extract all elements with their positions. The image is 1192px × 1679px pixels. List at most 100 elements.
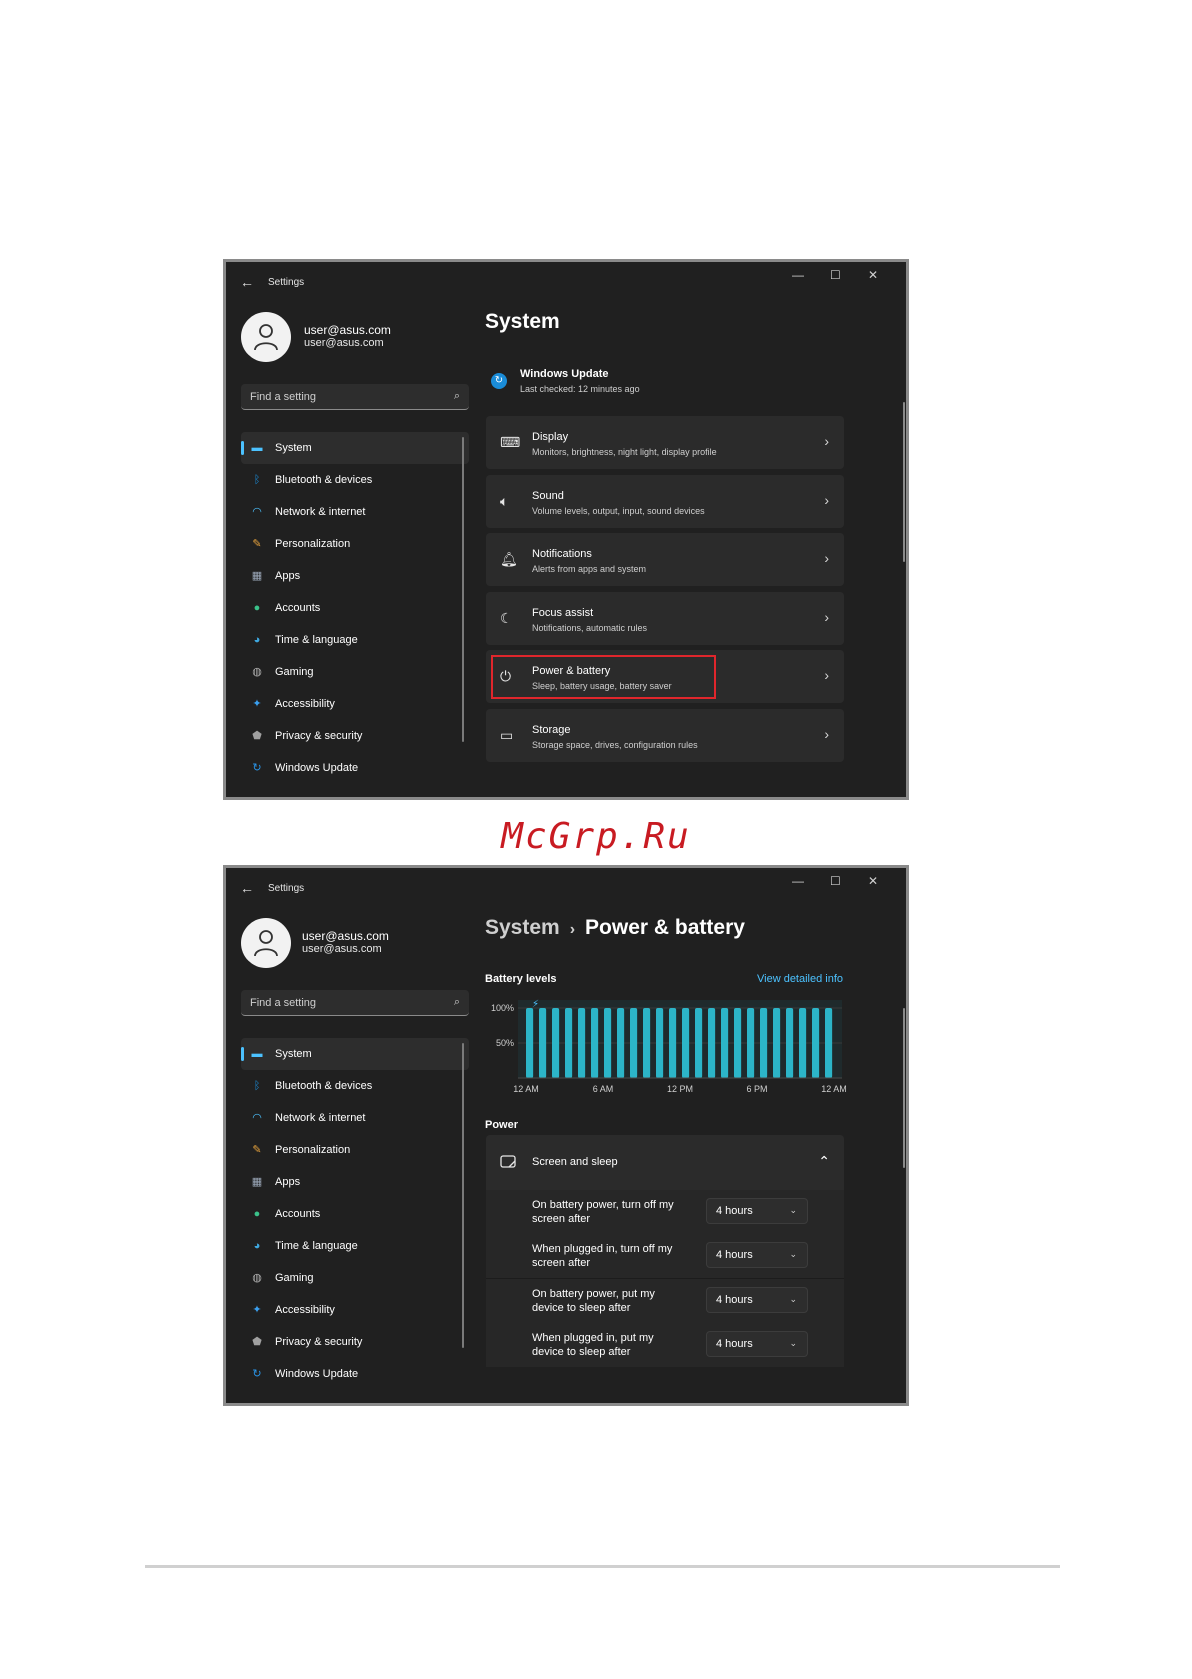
sidebar-item-accessibility[interactable]: ✦ Accessibility <box>241 1294 469 1326</box>
chart-bar <box>682 1008 690 1078</box>
sidebar-item-system[interactable]: ▬ System <box>241 1038 469 1070</box>
sidebar-item-bluetooth-devices[interactable]: ᛒ Bluetooth & devices <box>241 1070 469 1102</box>
monitor-icon: ▬ <box>251 442 263 454</box>
content-scrollbar[interactable] <box>903 1008 905 1168</box>
screen-and-sleep-expander[interactable]: Screen and sleep ⌃ <box>486 1135 844 1190</box>
search-icon[interactable]: ⌕ <box>454 390 460 403</box>
power-setting-row: When plugged in, put my device to sleep a… <box>486 1323 844 1367</box>
apps-icon: ▦ <box>251 570 263 582</box>
chart-x-tick-label: 12 AM <box>821 1084 847 1094</box>
sidebar-scrollbar[interactable] <box>462 1043 464 1348</box>
chevron-down-icon: ⌄ <box>789 1249 797 1259</box>
settings-card-display[interactable]: ⌨ Display Monitors, brightness, night ligh… <box>486 416 844 469</box>
setting-label-line1: On battery power, turn off my <box>532 1199 674 1211</box>
chart-bar <box>643 1008 651 1078</box>
page-title: System <box>485 310 560 333</box>
sidebar-item-personalization[interactable]: ✎ Personalization <box>241 528 469 560</box>
chart-bar <box>760 1008 768 1078</box>
maximize-icon[interactable]: ☐ <box>830 268 841 282</box>
chart-bar <box>773 1008 781 1078</box>
sidebar-item-apps[interactable]: ▦ Apps <box>241 560 469 592</box>
sidebar-item-windows-update[interactable]: ↻ Windows Update <box>241 1358 469 1390</box>
sidebar-item-system[interactable]: ▬ System <box>241 432 469 464</box>
chart-y-tick-label: 100% <box>491 1003 514 1013</box>
sidebar-item-label: System <box>275 442 312 454</box>
settings-card-sound[interactable]: 🔈︎ Sound Volume levels, output, input, sou… <box>486 474 844 528</box>
sidebar-scrollbar[interactable] <box>462 437 464 742</box>
setting-label-line2: device to sleep after <box>532 1302 631 1314</box>
card-title: Storage <box>532 723 571 736</box>
user-email: user@asus.com <box>304 337 384 349</box>
chart-bar <box>721 1008 729 1078</box>
minimize-icon[interactable]: — <box>792 874 804 888</box>
sidebar-item-time-language[interactable]: ◕ Time & language <box>241 624 469 656</box>
sidebar-item-bluetooth-devices[interactable]: ᛒ Bluetooth & devices <box>241 464 469 496</box>
search-input[interactable]: Find a setting <box>250 997 316 1009</box>
sidebar-item-label: Gaming <box>275 666 314 678</box>
card-title: Notifications <box>532 548 592 560</box>
sidebar-item-gaming[interactable]: ◍ Gaming <box>241 1262 469 1294</box>
setting-label: When plugged in, turn off my screen after <box>532 1242 692 1270</box>
back-arrow-icon[interactable]: ← <box>240 880 254 896</box>
sidebar-item-apps[interactable]: ▦ Apps <box>241 1166 469 1198</box>
sidebar-item-accounts[interactable]: ● Accounts <box>241 592 469 624</box>
time-dropdown[interactable]: 4 hours ⌄ <box>706 1331 808 1357</box>
sidebar-item-time-language[interactable]: ◕ Time & language <box>241 1230 469 1262</box>
search-input[interactable]: Find a setting <box>250 391 316 403</box>
search-box[interactable]: Find a setting ⌕ <box>241 990 469 1016</box>
content-scrollbar[interactable] <box>903 402 905 562</box>
sidebar-item-network-internet[interactable]: ◠ Network & internet <box>241 1102 469 1134</box>
windows-update-title[interactable]: Windows Update <box>520 368 609 380</box>
maximize-icon[interactable]: ☐ <box>830 874 841 888</box>
watermark: McGrp.Ru <box>501 816 691 857</box>
accessibility-icon: ✦ <box>252 698 262 710</box>
time-dropdown[interactable]: 4 hours ⌄ <box>706 1242 808 1268</box>
search-box[interactable]: Find a setting ⌕ <box>241 384 469 410</box>
time-dropdown[interactable]: 4 hours ⌄ <box>706 1287 808 1313</box>
sidebar-item-label: Gaming <box>275 1272 314 1284</box>
sidebar-item-gaming[interactable]: ◍ Gaming <box>241 656 469 688</box>
chart-bar <box>812 1008 820 1078</box>
sidebar-item-accounts[interactable]: ● Accounts <box>241 1198 469 1230</box>
settings-card-notifications[interactable]: 🔔︎ Notifications Alerts from apps and syst… <box>486 533 844 586</box>
close-icon[interactable]: ✕ <box>868 268 878 282</box>
avatar[interactable] <box>241 312 291 362</box>
setting-label: On battery power, put my device to sleep … <box>532 1287 692 1315</box>
app-title: Settings <box>268 277 305 288</box>
view-detailed-info-link[interactable]: View detailed info <box>757 973 843 985</box>
sidebar-item-windows-update[interactable]: ↻ Windows Update <box>241 752 469 784</box>
sidebar-item-personalization[interactable]: ✎ Personalization <box>241 1134 469 1166</box>
drive-icon: ▭ <box>500 726 514 743</box>
bluetooth-icon: ᛒ <box>253 1080 261 1092</box>
person-icon: ● <box>253 602 261 614</box>
sidebar-item-label: Personalization <box>275 538 351 550</box>
sidebar-item-label: Bluetooth & devices <box>275 1080 373 1092</box>
sidebar-item-privacy-security[interactable]: ⬟ Privacy & security <box>241 720 469 752</box>
footer-rule <box>145 1565 1060 1568</box>
close-icon[interactable]: ✕ <box>868 874 878 888</box>
sidebar-item-network-internet[interactable]: ◠ Network & internet <box>241 496 469 528</box>
chart-bar <box>591 1008 599 1078</box>
sidebar-item-label: Network & internet <box>275 1112 366 1124</box>
chart-bar <box>669 1008 677 1078</box>
breadcrumb-parent[interactable]: System <box>485 916 560 939</box>
sidebar-item-label: Privacy & security <box>275 1336 363 1348</box>
settings-card-storage[interactable]: ▭ Storage Storage space, drives, configura… <box>486 708 844 762</box>
sidebar-item-accessibility[interactable]: ✦ Accessibility <box>241 688 469 720</box>
chevron-up-icon[interactable]: ⌃ <box>818 1153 830 1170</box>
settings-card-power-battery[interactable]: ⏻ Power & battery Sleep, battery usage, ba… <box>486 650 844 703</box>
chart-bar <box>604 1008 612 1078</box>
search-icon[interactable]: ⌕ <box>454 996 460 1009</box>
sidebar-item-label: Bluetooth & devices <box>275 474 373 486</box>
sidebar-item-label: Personalization <box>275 1144 351 1156</box>
chart-bar <box>630 1008 638 1078</box>
avatar[interactable] <box>241 918 291 968</box>
time-dropdown[interactable]: 4 hours ⌄ <box>706 1198 808 1224</box>
settings-card-focus-assist[interactable]: ☾ Focus assist Notifications, automatic ru… <box>486 591 844 645</box>
gamepad-icon: ◍ <box>252 666 262 678</box>
sidebar-item-privacy-security[interactable]: ⬟ Privacy & security <box>241 1326 469 1358</box>
moon-icon: ☾ <box>500 609 513 626</box>
sidebar-item-label: Accounts <box>275 602 321 614</box>
back-arrow-icon[interactable]: ← <box>240 274 254 290</box>
minimize-icon[interactable]: — <box>792 268 804 282</box>
